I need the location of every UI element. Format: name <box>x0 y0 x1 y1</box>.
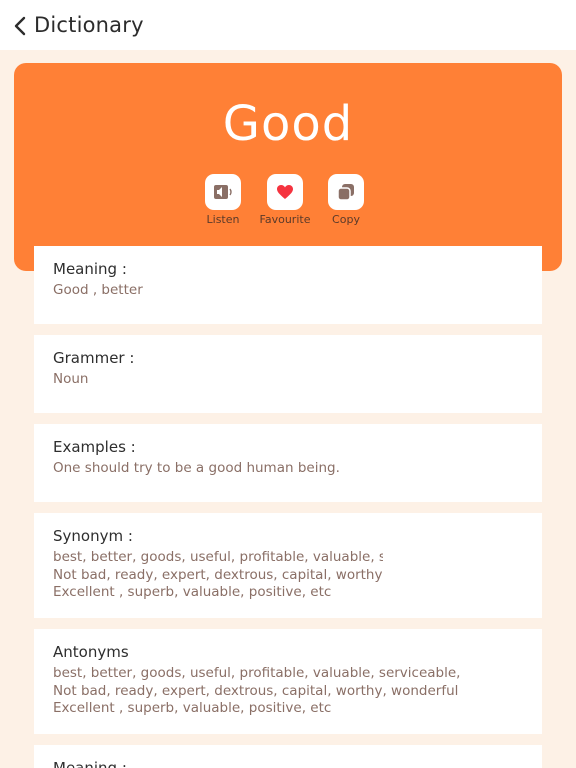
favourite-button[interactable]: Favourite <box>250 174 320 226</box>
synonym-title: Synonym : <box>53 527 133 545</box>
grammer-card: Grammer : Noun <box>34 335 542 413</box>
page-title: Dictionary <box>34 13 144 37</box>
meaning-text: Good , better <box>53 282 143 298</box>
favourite-icon-box <box>267 174 303 210</box>
meaning-card: Meaning : Good , better <box>34 246 542 324</box>
synonym-card: Synonym : best, better, goods, useful, p… <box>34 513 542 618</box>
synonym-text: best, better, goods, useful, profitable,… <box>53 549 383 602</box>
grammer-title: Grammer : <box>53 349 135 367</box>
copy-icon-box <box>328 174 364 210</box>
antonyms-text: best, better, goods, useful, profitable,… <box>53 665 523 718</box>
copy-button[interactable]: Copy <box>311 174 381 226</box>
meaning-card-2: Meaning : <box>34 745 542 768</box>
examples-title: Examples : <box>53 438 136 456</box>
grammer-text: Noun <box>53 371 89 387</box>
word-title: Good <box>222 96 354 152</box>
speaker-icon <box>214 185 232 199</box>
favourite-label: Favourite <box>259 213 311 226</box>
back-button[interactable] <box>10 13 30 39</box>
antonyms-card: Antonyms best, better, goods, useful, pr… <box>34 629 542 734</box>
examples-text: One should try to be a good human being. <box>53 460 340 476</box>
examples-card: Examples : One should try to be a good h… <box>34 424 542 502</box>
antonyms-title: Antonyms <box>53 643 129 661</box>
meaning-title: Meaning : <box>53 260 127 278</box>
word-header-card <box>14 63 562 271</box>
synonym-line: best, better, goods, useful, profitable,… <box>53 549 383 565</box>
listen-label: Listen <box>206 213 240 226</box>
listen-icon-box <box>205 174 241 210</box>
synonym-line: Excellent , superb, valuable, positive, … <box>53 584 332 600</box>
heart-icon <box>277 185 293 199</box>
meaning-title-2: Meaning : <box>53 759 127 768</box>
synonym-line: Not bad, ready, expert, dextrous, capita… <box>53 566 383 583</box>
listen-button[interactable]: Listen <box>188 174 258 226</box>
copy-label: Copy <box>332 213 360 226</box>
chevron-left-icon <box>14 16 26 36</box>
antonym-line: Not bad, ready, expert, dextrous, capita… <box>53 682 459 699</box>
top-bar: Dictionary <box>0 0 576 50</box>
antonym-line: best, better, goods, useful, profitable,… <box>53 665 461 681</box>
copy-icon <box>337 184 354 201</box>
antonym-line: Excellent , superb, valuable, positive, … <box>53 700 332 716</box>
